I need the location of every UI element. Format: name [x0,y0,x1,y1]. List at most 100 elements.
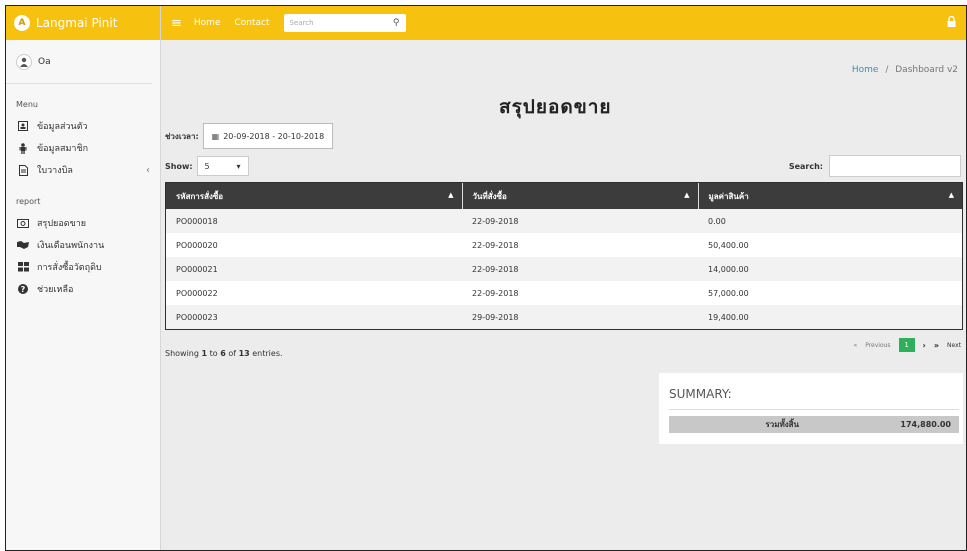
sidebar-item-members[interactable]: ข้อมูลสมาชิก [6,137,160,159]
summary-box: SUMMARY: รวมทั้งสิ้น 174,880.00 [659,373,963,444]
breadcrumb-current: Dashboard v2 [895,65,958,75]
table-search-input[interactable] [829,155,961,177]
document-icon [16,164,30,176]
info-to: to [207,349,221,358]
table-row[interactable]: PO000022 22-09-2018 57,000.00 [166,281,962,305]
summary-total-value: 174,880.00 [900,420,951,429]
date-range-value: 20-09-2018 - 20-10-2018 [223,131,325,141]
page-length-control: Show: 5 ▾ [165,156,249,176]
cell-order-date: 22-09-2018 [462,281,698,305]
brand-name: Langmai Pinit [36,16,118,30]
page-title: สรุปยอดขาย [499,96,612,118]
column-header-order-id[interactable]: รหัสการสั่งซื้อ ▲ [166,183,463,209]
info-prefix: Showing [165,349,202,358]
table-search-label: Search: [788,161,823,171]
breadcrumb-separator: / [885,65,889,75]
chevron-down-icon: ▾ [236,161,241,171]
sidebar-item-profile[interactable]: ข้อมูลส่วนตัว [6,115,160,137]
cell-order-date: 29-09-2018 [462,305,698,329]
cell-order-id: PO000021 [166,257,462,281]
summary-total-label: รวมทั้งสิ้น [765,420,799,429]
sidebar-item-salary[interactable]: เงินเดือนพนักงาน [6,234,160,256]
column-header-label: วันที่สั่งซื้อ [472,191,507,201]
column-header-label: รหัสการสั่งซื้อ [176,191,224,201]
navbar-search-placeholder: Search [289,19,314,27]
id-card-icon [16,121,30,131]
pagination-next-arrow[interactable]: › [923,341,926,350]
cell-amount: 50,400.00 [698,233,962,257]
cell-amount: 14,000.00 [698,257,962,281]
handshake-icon [16,240,30,250]
user-name: Oa [38,56,51,67]
app-window: A Langmai Pinit Oa Menu ข้อมูลส่วนตัว ข้… [5,5,967,551]
cell-order-date: 22-09-2018 [462,209,698,233]
sort-asc-icon: ▲ [684,191,690,199]
nav-link-contact[interactable]: Contact [234,18,269,28]
top-navbar: ≡ Home Contact Search ⚲ [161,6,966,40]
cell-order-id: PO000020 [166,233,462,257]
chevron-left-icon[interactable]: ‹ [146,165,150,176]
nav-link-home[interactable]: Home [194,18,221,28]
cell-order-id: PO000023 [166,305,462,329]
summary-divider [669,409,959,410]
date-range-row: ช่วงเวลา: ▦ 20-09-2018 - 20-10-2018 [165,123,334,149]
sidebar-item-help[interactable]: ? ช่วยเหลือ [6,278,160,300]
user-panel[interactable]: Oa [6,40,152,84]
sidebar-item-label: ข้อมูลส่วนตัว [37,122,88,132]
pagination-previous[interactable]: Previous [865,342,890,349]
column-header-label: มูลค่าสินค้า [708,191,749,201]
column-header-amount[interactable]: มูลค่าสินค้า ▲ [698,183,962,209]
info-total: 13 [238,349,250,358]
sidebar-item-label: สรุปยอดขาย [37,219,87,229]
sidebar-item-billing[interactable]: ใบวางบิล ‹ [6,159,160,181]
navbar-search-input[interactable]: Search ⚲ [283,14,406,32]
date-range-label: ช่วงเวลา: [165,131,199,141]
cell-order-id: PO000018 [166,209,462,233]
breadcrumb: Home / Dashboard v2 [852,65,958,75]
cell-order-date: 22-09-2018 [462,257,698,281]
pagination-first[interactable]: « [854,342,858,349]
report-section-label: report [16,197,41,206]
summary-title: SUMMARY: [669,387,732,401]
table-row[interactable]: PO000023 29-09-2018 19,400.00 [166,305,962,329]
table-info: Showing 1 to 6 of 13 entries. [165,349,283,358]
cell-amount: 57,000.00 [698,281,962,305]
table-row[interactable]: PO000021 22-09-2018 14,000.00 [166,257,962,281]
sidebar-item-sales-summary[interactable]: สรุปยอดขาย [6,212,160,234]
table-row[interactable]: PO000020 22-09-2018 50,400.00 [166,233,962,257]
money-icon [16,218,30,228]
pagination-page-current[interactable]: 1 [898,338,915,352]
cell-amount: 0.00 [698,209,962,233]
sidebar: A Langmai Pinit Oa Menu ข้อมูลส่วนตัว ข้… [6,6,161,550]
page-length-select[interactable]: 5 ▾ [196,156,249,176]
lock-icon[interactable] [947,15,956,30]
date-range-picker[interactable]: ▦ 20-09-2018 - 20-10-2018 [202,123,334,149]
sidebar-item-purchasing[interactable]: การสั่งซื้อวัตถุดิบ [6,256,160,278]
breadcrumb-home[interactable]: Home [852,65,879,75]
info-suffix: entries. [249,349,283,358]
sidebar-item-label: การสั่งซื้อวัตถุดิบ [37,263,102,273]
pagination: « Previous 1 › » Next [846,338,961,352]
brand-logo: A [14,15,30,31]
grid-icon [16,262,30,272]
cell-order-date: 22-09-2018 [462,233,698,257]
table-row[interactable]: PO000018 22-09-2018 0.00 [166,209,962,233]
sidebar-item-label: ช่วยเหลือ [37,285,74,295]
calendar-icon: ▦ [211,131,220,141]
page-length-value: 5 [204,161,210,171]
pagination-next[interactable]: Next [947,342,961,349]
info-of: of [225,349,239,358]
cell-amount: 19,400.00 [698,305,962,329]
help-icon: ? [16,284,30,294]
sidebar-item-label: ใบวางบิล [37,166,73,176]
search-icon[interactable]: ⚲ [393,18,400,28]
pagination-last-arrow[interactable]: » [934,341,939,350]
sidebar-item-label: เงินเดือนพนักงาน [37,241,105,251]
orders-table: รหัสการสั่งซื้อ ▲ วันที่สั่งซื้อ ▲ มูลค่าส… [165,182,963,330]
column-header-order-date[interactable]: วันที่สั่งซื้อ ▲ [462,183,699,209]
hamburger-menu-icon[interactable]: ≡ [171,16,182,31]
brand[interactable]: A Langmai Pinit [6,6,160,40]
menu-section-label: Menu [16,100,38,109]
sort-asc-icon: ▲ [948,191,954,199]
avatar [16,53,32,70]
